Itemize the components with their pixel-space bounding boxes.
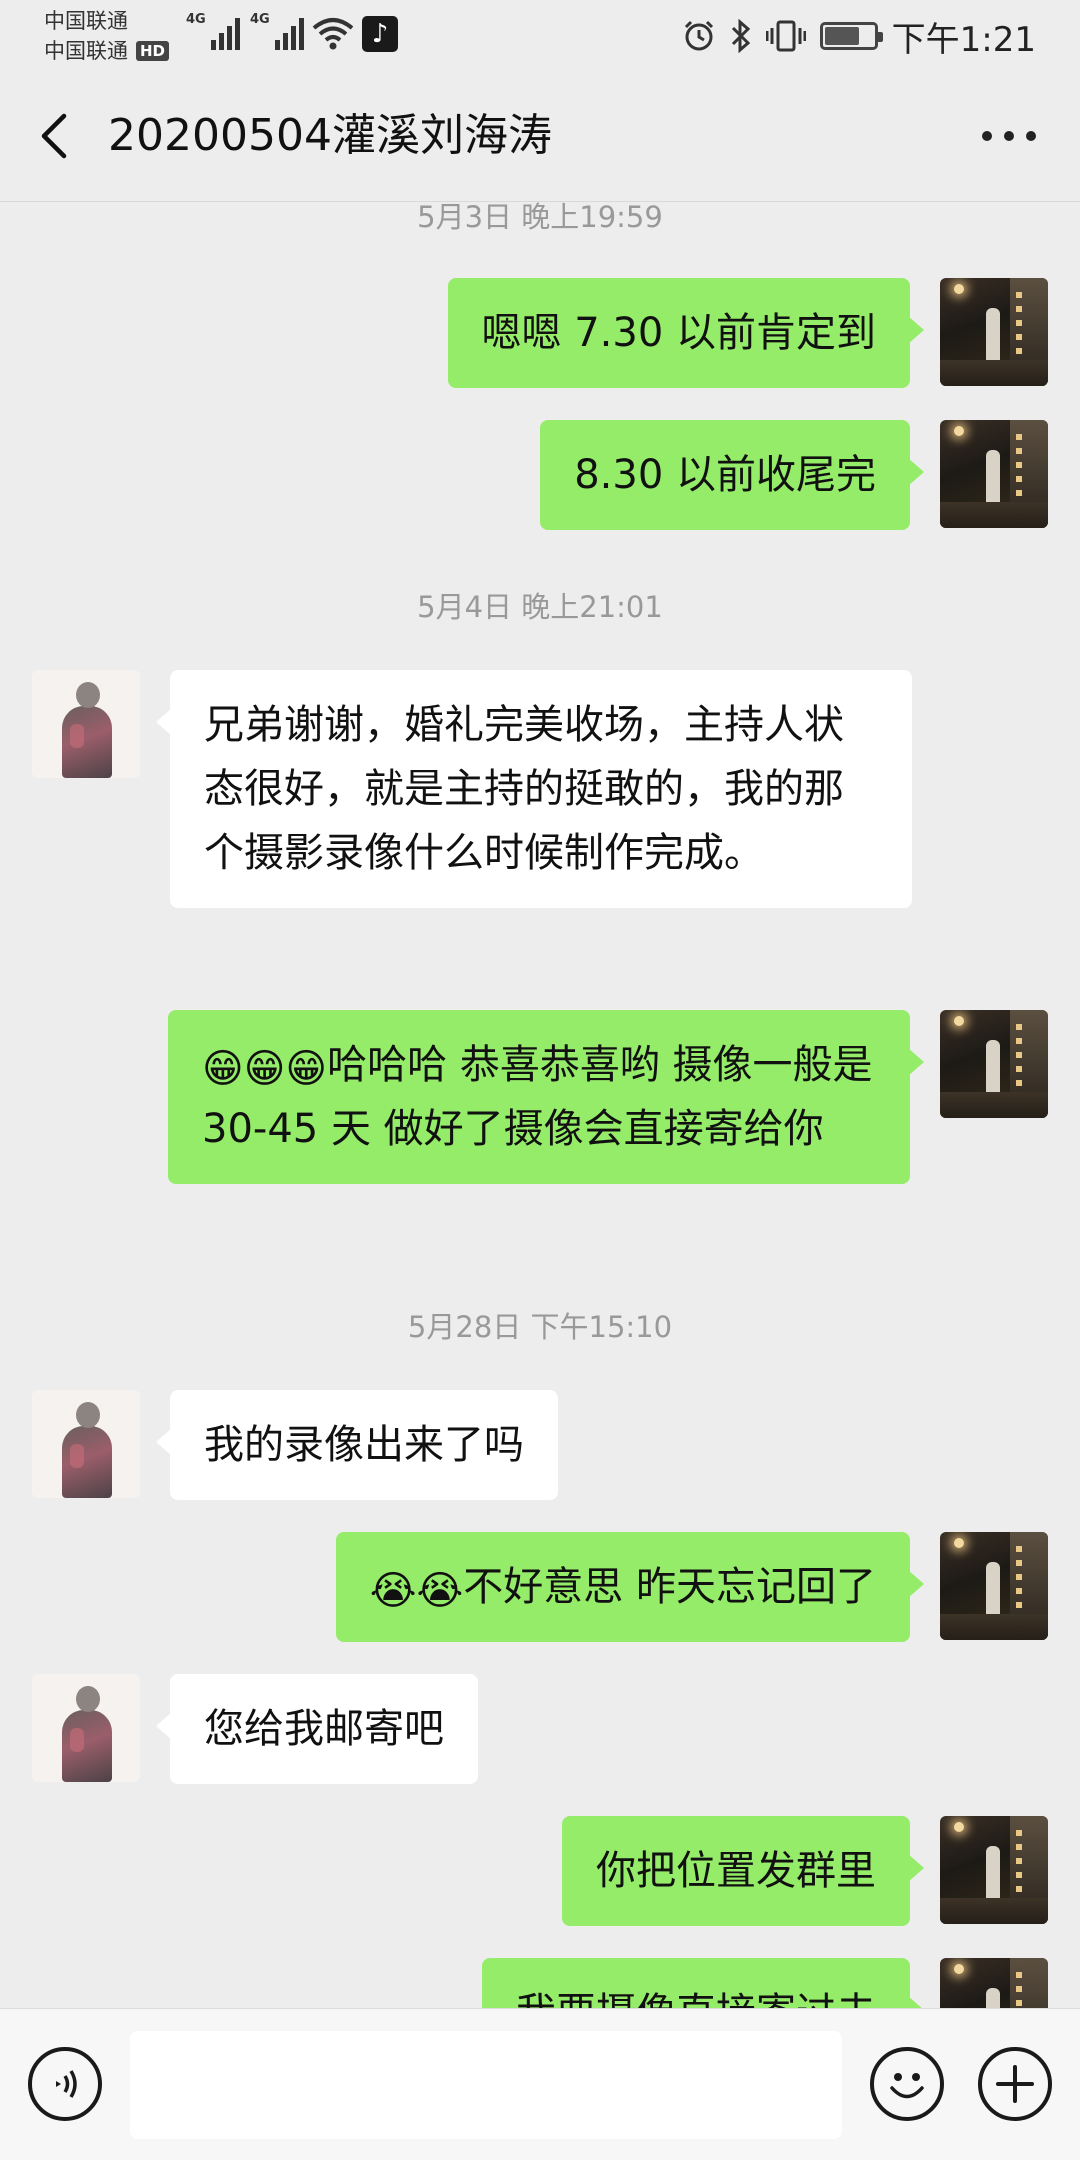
plus-icon bbox=[996, 2065, 1034, 2103]
my-message-bubble[interactable]: 😁😁😁哈哈哈 恭喜恭喜哟 摄像一般是 30-45 天 做好了摄像会直接寄给你 bbox=[168, 1010, 924, 1184]
alarm-icon bbox=[684, 20, 713, 51]
my-avatar[interactable] bbox=[940, 1816, 1048, 1924]
signal-icon-2: 4G bbox=[250, 12, 304, 50]
crying-emoji: 😭😭 bbox=[369, 1568, 464, 1614]
contact-message-bubble[interactable]: 兄弟谢谢，婚礼完美收场，主持人状态很好，就是主持的挺敢的，我的那个摄影录像什么时… bbox=[156, 670, 912, 908]
tiktok-icon: ♪ bbox=[362, 16, 398, 52]
emoji-button[interactable] bbox=[870, 2047, 944, 2121]
emoji-icon bbox=[890, 2073, 924, 2099]
more-icon[interactable] bbox=[982, 122, 1036, 150]
carrier-1: 中国联通 bbox=[44, 9, 128, 33]
chat-header: 20200504灌溪刘海涛 bbox=[0, 70, 1080, 202]
carrier-2: 中国联通 bbox=[44, 39, 128, 63]
contact-avatar[interactable] bbox=[32, 670, 140, 778]
voice-button[interactable] bbox=[28, 2047, 102, 2121]
my-message-bubble[interactable]: 我要摄像直接寄过去 bbox=[482, 1958, 924, 2008]
chat-screen: 中国联通 中国联通 HD 4G 4G ♪ 下午1:21 20200504灌溪刘海… bbox=[0, 0, 1080, 2160]
chat-title: 20200504灌溪刘海涛 bbox=[108, 110, 552, 161]
timestamp: 5月4日 晚上21:01 bbox=[417, 590, 663, 624]
carrier-info: 中国联通 中国联通 HD bbox=[44, 6, 170, 66]
contact-avatar[interactable] bbox=[32, 1674, 140, 1782]
contact-avatar[interactable] bbox=[32, 1390, 140, 1498]
my-avatar[interactable] bbox=[940, 278, 1048, 386]
message-list[interactable]: 5月3日 晚上19:59 嗯嗯 7.30 以前肯定到 8.30 以前收尾完 5月… bbox=[0, 202, 1080, 2008]
wifi-icon bbox=[312, 18, 354, 50]
hd-badge: HD bbox=[136, 41, 170, 61]
my-message-bubble[interactable]: 8.30 以前收尾完 bbox=[540, 420, 924, 530]
contact-message-bubble[interactable]: 我的录像出来了吗 bbox=[156, 1390, 558, 1500]
my-avatar[interactable] bbox=[940, 1958, 1048, 2008]
plus-button[interactable] bbox=[978, 2047, 1052, 2121]
my-message-bubble[interactable]: 你把位置发群里 bbox=[562, 1816, 924, 1926]
vibrate-icon bbox=[765, 20, 806, 52]
status-right: 下午1:21 bbox=[682, 14, 1036, 60]
back-arrow-icon[interactable] bbox=[34, 110, 74, 162]
my-avatar[interactable] bbox=[940, 1010, 1048, 1118]
grin-emoji: 😁😁😁 bbox=[202, 1046, 328, 1092]
my-message-bubble[interactable]: 😭😭不好意思 昨天忘记回了 bbox=[335, 1532, 925, 1642]
input-bar bbox=[0, 2008, 1080, 2160]
bluetooth-icon bbox=[731, 19, 750, 53]
status-bar: 中国联通 中国联通 HD 4G 4G ♪ 下午1:21 bbox=[0, 0, 1080, 70]
contact-message-bubble[interactable]: 您给我邮寄吧 bbox=[156, 1674, 478, 1784]
battery-icon bbox=[819, 22, 883, 50]
message-text: 不好意思 昨天忘记回了 bbox=[463, 1564, 876, 1610]
voice-icon bbox=[56, 2070, 77, 2098]
status-time: 下午1:21 bbox=[891, 19, 1036, 60]
my-avatar[interactable] bbox=[940, 420, 1048, 528]
signal-icon-1: 4G bbox=[186, 12, 240, 50]
my-avatar[interactable] bbox=[940, 1532, 1048, 1640]
timestamp: 5月28日 下午15:10 bbox=[407, 1310, 673, 1344]
message-input[interactable] bbox=[130, 2031, 842, 2139]
my-message-bubble[interactable]: 嗯嗯 7.30 以前肯定到 bbox=[447, 278, 924, 388]
timestamp: 5月3日 晚上19:59 bbox=[417, 202, 663, 234]
